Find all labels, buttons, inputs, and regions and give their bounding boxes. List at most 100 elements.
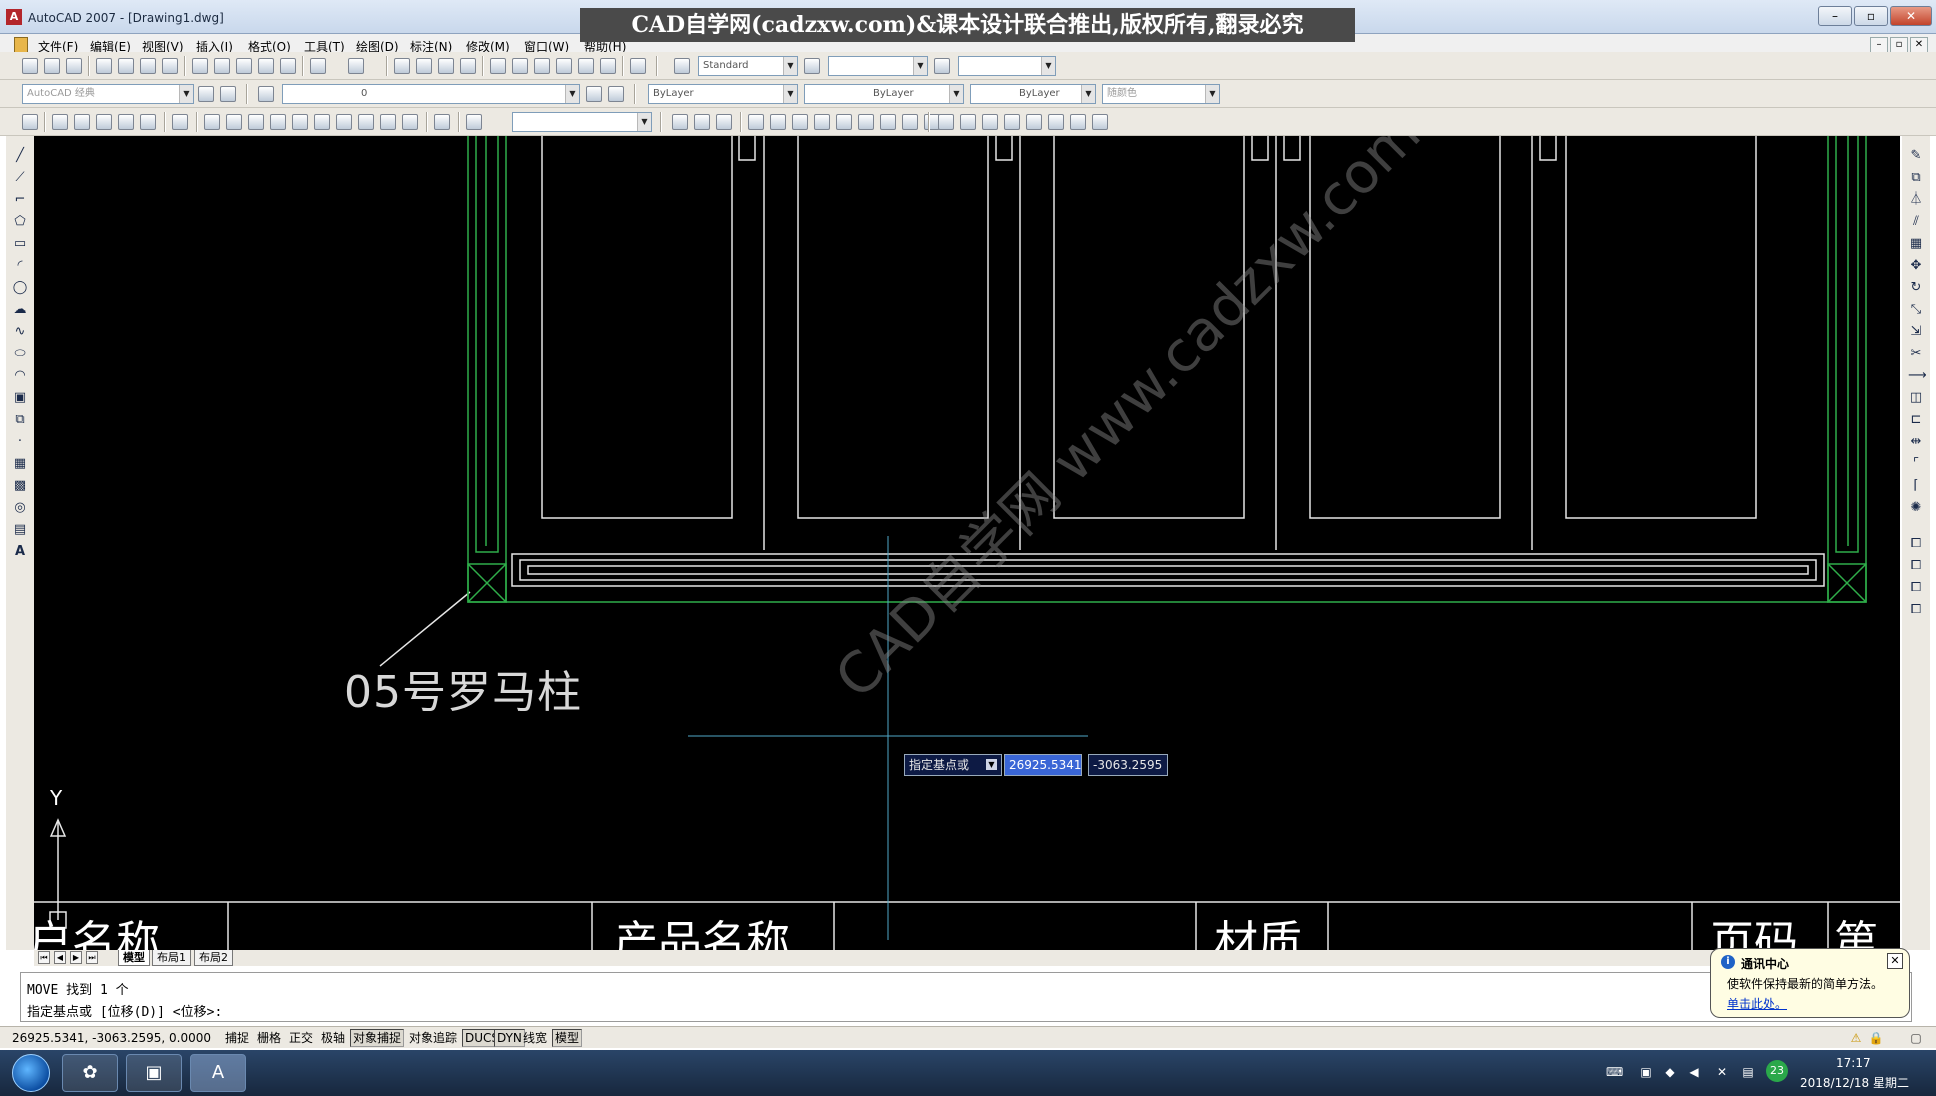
rotate-icon[interactable]: ↻ (1908, 280, 1924, 296)
sweep-icon[interactable] (792, 114, 808, 130)
draw-order-front-icon[interactable]: ⧠ (1908, 536, 1924, 552)
design-center-icon[interactable] (512, 58, 528, 74)
construction-line-icon[interactable]: ⟋ (12, 170, 28, 186)
zoom-realtime-icon[interactable] (416, 58, 432, 74)
ucs-icon[interactable] (22, 114, 38, 130)
arc-icon[interactable]: ◜ (12, 258, 28, 274)
intersect-icon[interactable] (902, 114, 918, 130)
clock-time[interactable]: 17:17 (1836, 1056, 1871, 1070)
table-icon[interactable]: ▤ (12, 522, 28, 538)
visual-styles-manager-icon[interactable] (172, 114, 188, 130)
table-style-combo[interactable]: ▼ (958, 56, 1056, 76)
dim-style-combo[interactable]: ▼ (828, 56, 928, 76)
dim-style-icon[interactable] (804, 58, 820, 74)
view-front-icon[interactable] (292, 114, 308, 130)
make-current-layer-icon[interactable] (586, 86, 602, 102)
close-button[interactable]: ✕ (1890, 6, 1932, 26)
properties-icon[interactable] (490, 58, 506, 74)
named-views-icon[interactable] (466, 114, 482, 130)
tray-network-icon[interactable]: ▤ (1740, 1064, 1756, 1080)
doc-close-button[interactable]: ✕ (1910, 37, 1928, 53)
polygon-icon[interactable]: ⬠ (12, 214, 28, 230)
make-block-icon[interactable]: ⧉ (12, 412, 28, 428)
prev-tab-icon[interactable]: ◀ (54, 951, 66, 964)
doc-restore-button[interactable]: ▫ (1890, 37, 1908, 53)
animation-icon[interactable] (1092, 114, 1108, 130)
materials-icon[interactable] (1026, 114, 1042, 130)
chamfer-icon[interactable]: ⌜ (1908, 456, 1924, 472)
layer-previous-icon[interactable] (608, 86, 624, 102)
view-top-icon[interactable] (204, 114, 220, 130)
chevron-down-icon[interactable]: ▼ (1205, 85, 1219, 103)
chevron-down-icon[interactable]: ▼ (783, 57, 797, 75)
chevron-down-icon[interactable]: ▼ (1081, 85, 1095, 103)
clean-screen-icon[interactable]: ▢ (1908, 1030, 1924, 1046)
tab-layout2[interactable]: 布局2 (194, 950, 233, 966)
draw-order-back-icon[interactable]: ⧠ (1908, 558, 1924, 574)
3d-rotate-icon[interactable] (960, 114, 976, 130)
warning-icon[interactable]: ⚠ (1848, 1030, 1864, 1046)
color-combo[interactable]: ByLayer ▼ (648, 84, 798, 104)
command-prompt[interactable]: 指定基点或 [位移(D)] <位移>: (27, 1001, 222, 1020)
hidden-icon[interactable] (96, 114, 112, 130)
taskbar-autocad-icon[interactable]: A (190, 1054, 246, 1092)
extrude-icon[interactable] (748, 114, 764, 130)
view-right-icon[interactable] (270, 114, 286, 130)
layer-combo[interactable]: 0 ▼ (282, 84, 580, 104)
document-icon[interactable] (14, 37, 28, 53)
sheet-set-icon[interactable] (556, 58, 572, 74)
presspull-icon[interactable] (770, 114, 786, 130)
tab-layout1[interactable]: 布局1 (152, 950, 191, 966)
polyline-icon[interactable]: ⌐ (12, 192, 28, 208)
3d-move-icon[interactable] (938, 114, 954, 130)
view-ne-iso-icon[interactable] (380, 114, 396, 130)
conceptual-icon[interactable] (140, 114, 156, 130)
move-icon[interactable]: ✥ (1908, 258, 1924, 274)
copy-object-icon[interactable]: ⧉ (1908, 170, 1924, 186)
linetype-combo[interactable]: ByLayer ▼ (804, 84, 964, 104)
offset-icon[interactable]: ⫽ (1908, 214, 1924, 230)
realistic-icon[interactable] (118, 114, 134, 130)
trim-icon[interactable]: ✂ (1908, 346, 1924, 362)
command-line[interactable]: MOVE 找到 1 个 指定基点或 [位移(D)] <位移>: (20, 972, 1912, 1022)
point-icon[interactable]: · (12, 434, 28, 450)
wireframe-2d-icon[interactable] (52, 114, 68, 130)
continuous-orbit-icon[interactable] (716, 114, 732, 130)
join-icon[interactable]: ⇹ (1908, 434, 1924, 450)
otrack-toggle[interactable]: 对象追踪 (406, 1029, 460, 1047)
lock-icon[interactable]: 🔒 (1868, 1030, 1884, 1046)
calculator-icon[interactable] (600, 58, 616, 74)
view-combo[interactable]: ▼ (512, 112, 652, 132)
block-editor-icon[interactable] (280, 58, 296, 74)
view-se-iso-icon[interactable] (358, 114, 374, 130)
spline-icon[interactable]: ∿ (12, 324, 28, 340)
clock-date[interactable]: 2018/12/18 星期二 (1800, 1074, 1909, 1091)
lineweight-toggle[interactable]: 线宽 (520, 1029, 550, 1047)
workspace-save-icon[interactable] (220, 86, 236, 102)
circle-icon[interactable]: ◯ (12, 280, 28, 296)
chevron-down-icon[interactable]: ▼ (637, 113, 651, 131)
loft-icon[interactable] (836, 114, 852, 130)
render-environment-icon[interactable] (1070, 114, 1086, 130)
tray-mute-icon[interactable]: ✕ (1714, 1064, 1730, 1080)
osnap-toggle[interactable]: 对象捕捉 (350, 1029, 405, 1047)
autocad-logo-icon[interactable]: A (6, 9, 22, 25)
publish-icon[interactable] (140, 58, 156, 74)
line-icon[interactable]: ╱ (12, 148, 28, 164)
print-preview-icon[interactable] (118, 58, 134, 74)
erase-icon[interactable]: ✎ (1908, 148, 1924, 164)
tray-keyboard-icon[interactable]: ⌨ (1606, 1064, 1623, 1080)
coordinate-readout[interactable]: 26925.5341, -3063.2595, 0.0000 (12, 1031, 211, 1045)
help-icon[interactable] (630, 58, 646, 74)
grid-toggle[interactable]: 栅格 (254, 1029, 284, 1047)
polar-toggle[interactable]: 极轴 (318, 1029, 348, 1047)
view-back-icon[interactable] (314, 114, 330, 130)
save-icon[interactable] (66, 58, 82, 74)
undo-icon[interactable] (310, 58, 326, 74)
snap-toggle[interactable]: 捕捉 (222, 1029, 252, 1047)
taskbar-recorder-icon[interactable]: ▣ (126, 1054, 182, 1092)
workspace-settings-icon[interactable] (198, 86, 214, 102)
chevron-down-icon[interactable]: ▼ (913, 57, 927, 75)
light-icon[interactable] (1004, 114, 1020, 130)
redo-icon[interactable] (348, 58, 364, 74)
